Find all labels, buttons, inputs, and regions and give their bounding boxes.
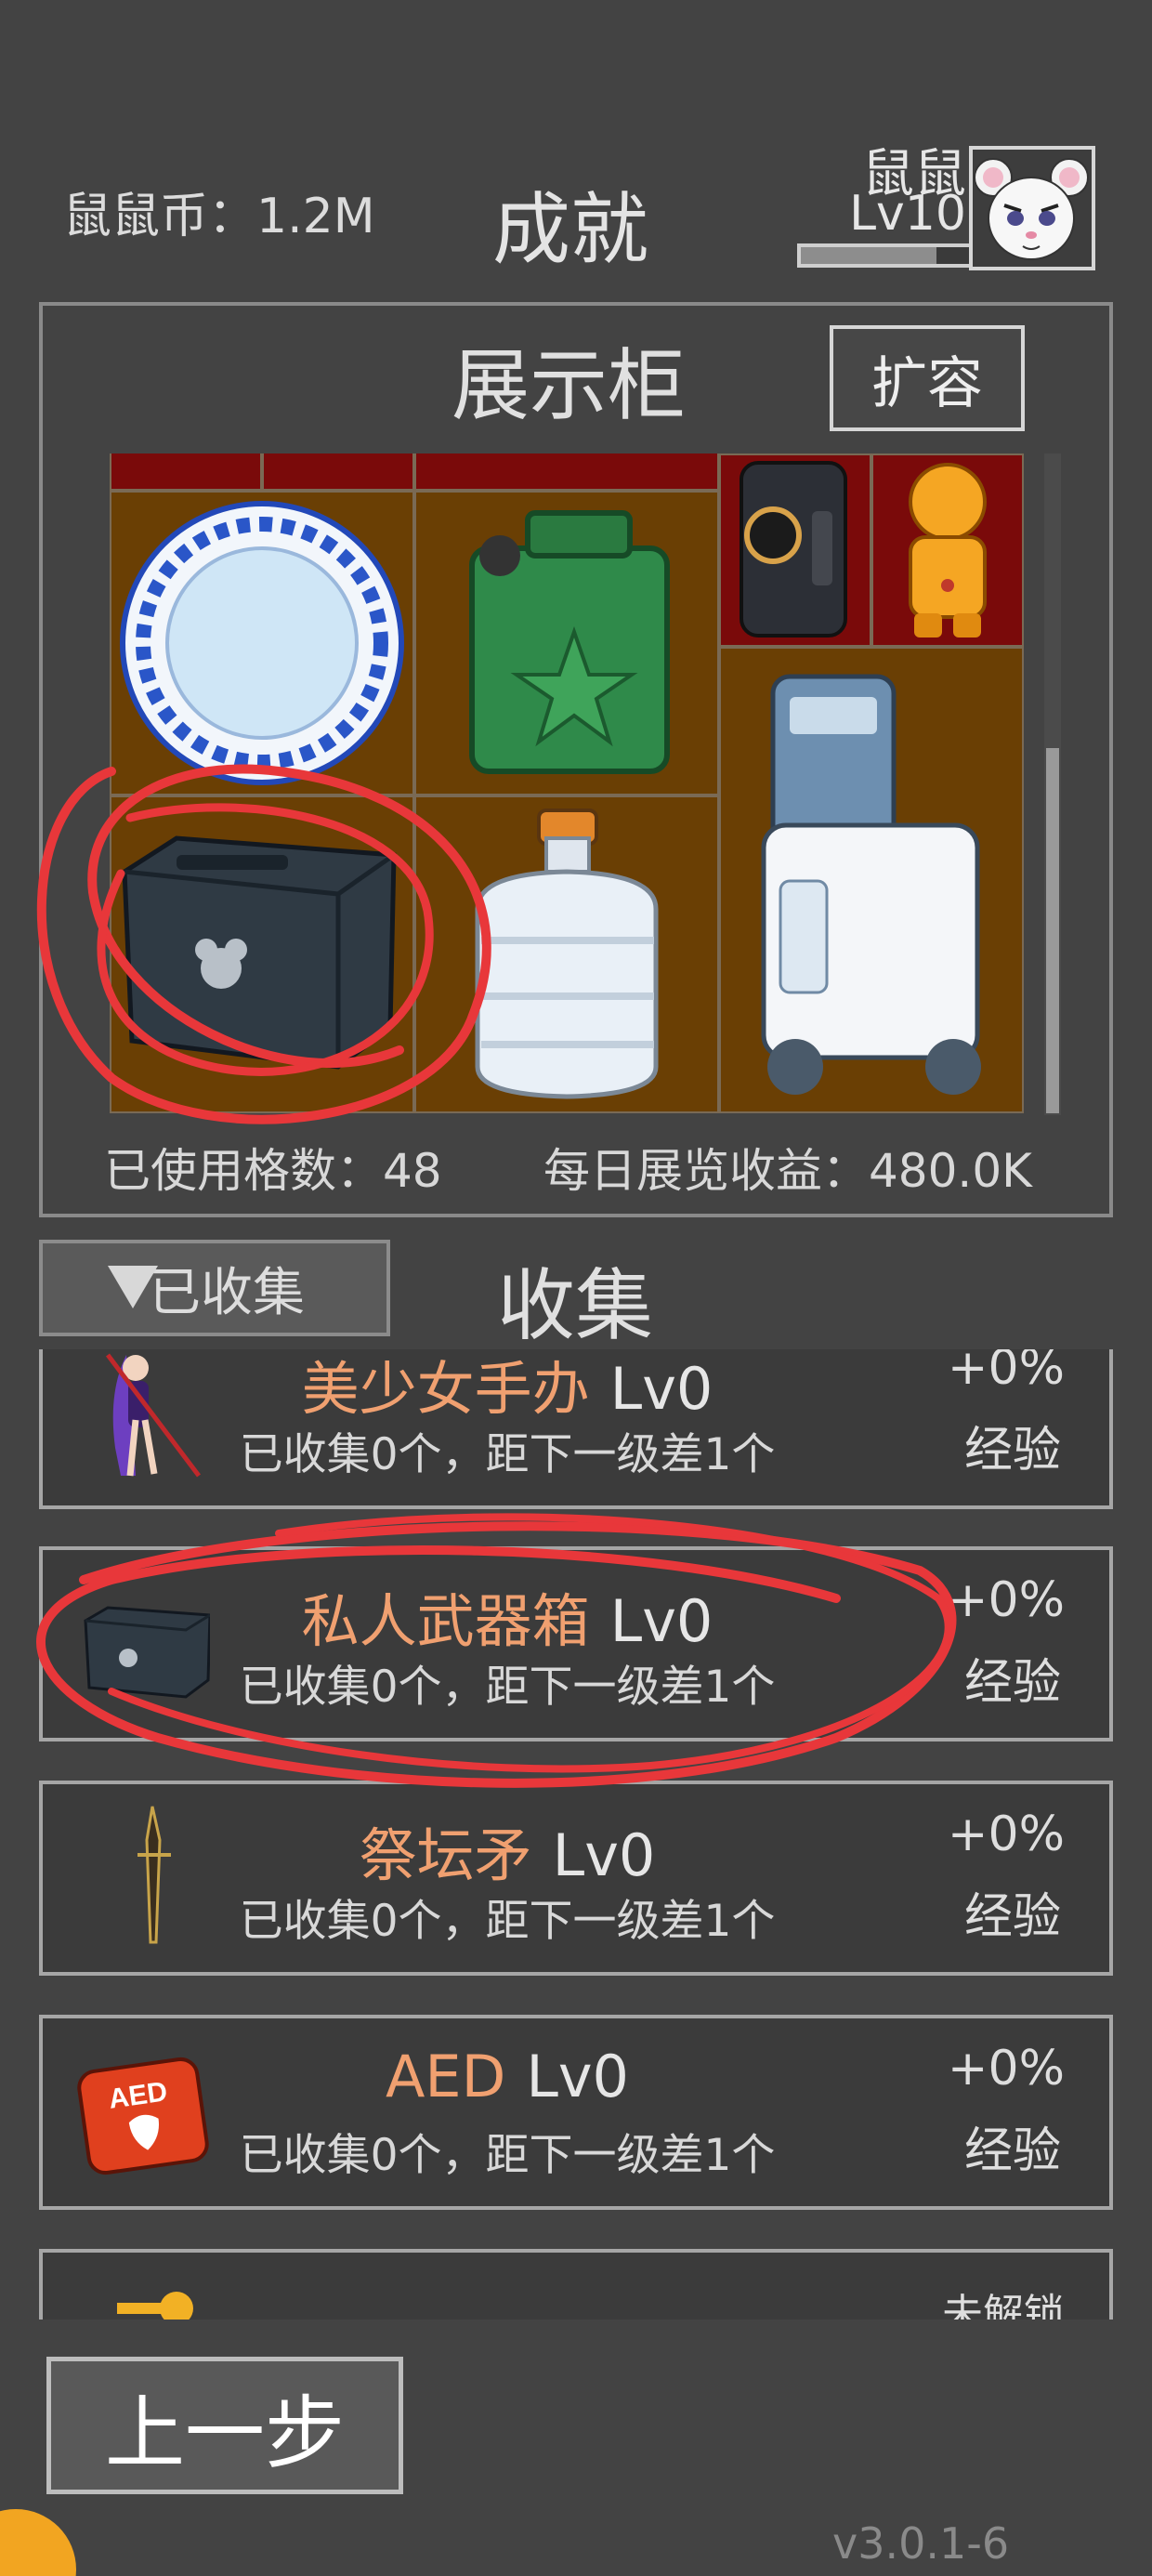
item-name: 祭坛矛 <box>359 1821 532 1889</box>
item-xp-label: 经验 <box>963 1423 1061 1479</box>
page-title: 成就 <box>492 184 649 275</box>
cabinet-cell[interactable] <box>110 453 262 491</box>
item-level: Lv0 <box>609 1355 713 1423</box>
back-button[interactable]: 上一步 <box>46 2357 403 2494</box>
player-level: Lv10 <box>849 186 966 242</box>
cabinet-cell-jerry-can[interactable] <box>414 491 719 795</box>
xp-progress-fill <box>801 247 936 264</box>
item-bonus-percent: +0% <box>947 1807 1065 1862</box>
cabinet-grid[interactable] <box>110 453 1024 1113</box>
cabinet-cell-plate[interactable] <box>110 491 414 795</box>
liquid-nitrogen-dewar-icon <box>475 808 659 1099</box>
item-xp-label: 经验 <box>963 1655 1061 1711</box>
daily-income: 每日展览收益：480.0K <box>543 1144 1032 1198</box>
xp-progress-bar <box>797 243 974 268</box>
item-bonus-percent: +0% <box>947 2041 1065 2096</box>
weapon-case-icon <box>122 835 397 1070</box>
mouse-avatar-icon <box>974 158 1089 260</box>
cabinet-cell[interactable] <box>262 453 414 491</box>
item-progress-text: 已收集0个，距下一级差1个 <box>239 1429 776 1480</box>
item-progress-text: 已收集0个，距下一级差1个 <box>239 1896 776 1947</box>
filter-label: 已收集 <box>149 1262 305 1323</box>
item-name: 私人武器箱 <box>301 1587 590 1655</box>
item-name: AED <box>385 2043 506 2110</box>
cabinet-cell-walkie-talkie[interactable] <box>719 453 871 647</box>
corner-badge-icon[interactable] <box>0 2509 76 2576</box>
list-item[interactable]: 祭坛矛 Lv0 已收集0个，距下一级差1个 +0% 经验 <box>39 1781 1113 1976</box>
item-level: Lv0 <box>526 2043 629 2110</box>
cabinet-cell-dewar[interactable] <box>414 795 719 1113</box>
collection-list[interactable]: 美少女手办 Lv0 已收集0个，距下一级差1个 +0% 经验 私人武器箱 Lv0 已… <box>0 1349 1152 2320</box>
item-progress-text: 已收集0个，距下一级差1个 <box>239 1662 776 1713</box>
list-item[interactable]: 私人武器箱 Lv0 已收集0个，距下一级差1个 +0% 经验 <box>39 1546 1113 1741</box>
cabinet-cell-bear[interactable] <box>871 453 1024 647</box>
list-item[interactable]: AED AED Lv0 已收集0个，距下一级差1个 +0% 经验 <box>39 2015 1113 2210</box>
collected-filter-button[interactable]: 已收集 <box>39 1240 390 1336</box>
used-slots: 已使用格数：48 <box>104 1144 442 1198</box>
jerry-can-icon <box>469 510 670 774</box>
item-xp-label: 经验 <box>963 1889 1061 1945</box>
list-item[interactable]: 美少女手办 Lv0 已收集0个，距下一级差1个 +0% 经验 <box>39 1349 1113 1509</box>
item-progress-text: 已收集0个，距下一级差1个 <box>239 2130 776 2181</box>
item-xp-label: 经验 <box>963 2123 1061 2179</box>
collection-title: 收集 <box>497 1260 654 1351</box>
cabinet-scrollbar-thumb[interactable] <box>1046 748 1059 1113</box>
porcelain-plate-icon <box>120 501 404 785</box>
orange-bear-figure-icon <box>909 463 987 637</box>
item-bonus-percent: +0% <box>947 1349 1065 1396</box>
expand-button[interactable]: 扩容 <box>830 325 1025 431</box>
item-level: Lv0 <box>552 1821 656 1889</box>
list-item[interactable]: 未解锁 <box>39 2249 1113 2320</box>
triangle-down-icon <box>108 1266 158 1308</box>
coin-balance: 鼠鼠币：1.2M <box>63 189 375 244</box>
cabinet-cell[interactable] <box>414 453 719 491</box>
walkie-talkie-icon <box>740 461 847 637</box>
version-label: v3.0.1-6 <box>832 2518 1010 2569</box>
cabinet-cell-ventilator[interactable] <box>719 647 1024 1113</box>
cabinet-title: 展示柜 <box>452 340 687 431</box>
item-level: Lv0 <box>609 1587 713 1655</box>
avatar[interactable] <box>969 146 1095 270</box>
item-name: 美少女手办 <box>301 1355 590 1423</box>
cabinet-cell-weapon-case[interactable] <box>110 795 414 1113</box>
medical-ventilator-icon <box>761 674 981 1095</box>
item-locked-label: 未解锁 <box>942 2291 1065 2320</box>
item-bonus-percent: +0% <box>947 1572 1065 1628</box>
